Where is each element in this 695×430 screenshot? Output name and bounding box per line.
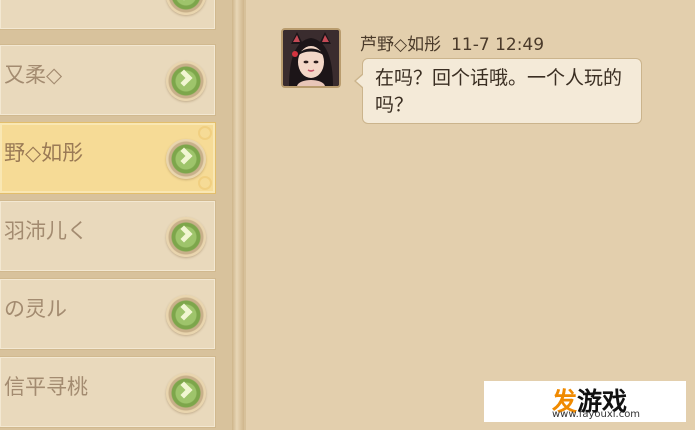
message-text: 在吗？回个话哦。一个人玩的吗？ xyxy=(375,67,623,116)
chevron-right-icon xyxy=(175,303,193,321)
game-chat-window: 又柔◇ 野◇如彤 羽沛儿く の灵ル 信平寻桃 芦野◇如彤 11-7 12:49 … xyxy=(0,0,695,430)
contact-row[interactable]: 又柔◇ xyxy=(0,44,216,116)
contact-row[interactable] xyxy=(0,0,216,30)
message-header: 芦野◇如彤 11-7 12:49 xyxy=(360,30,544,55)
chevron-right-icon xyxy=(175,69,193,87)
open-chat-button[interactable] xyxy=(166,217,206,257)
contact-name: 野◇如彤 xyxy=(4,141,84,165)
contact-name: 又柔◇ xyxy=(4,63,63,87)
chat-panel: 芦野◇如彤 11-7 12:49 在吗？回个话哦。一个人玩的吗？ xyxy=(244,0,695,430)
contact-list[interactable]: 又柔◇ 野◇如彤 羽沛儿く の灵ル 信平寻桃 xyxy=(0,0,232,430)
open-chat-button[interactable] xyxy=(166,139,206,179)
contact-row[interactable]: 信平寻桃 xyxy=(0,356,216,428)
contact-name: の灵ル xyxy=(4,297,67,321)
message-time: 11-7 12:49 xyxy=(451,35,545,55)
open-chat-button[interactable] xyxy=(166,61,206,101)
open-chat-button[interactable] xyxy=(166,373,206,413)
avatar[interactable] xyxy=(281,28,341,88)
avatar-portrait-icon xyxy=(283,30,339,86)
panel-divider xyxy=(232,0,244,430)
site-watermark: 发游戏 www.fayouxi.com xyxy=(484,381,686,422)
chevron-right-icon xyxy=(175,381,193,399)
message-bubble: 在吗？回个话哦。一个人玩的吗？ xyxy=(354,58,642,124)
contact-row[interactable]: 羽沛儿く xyxy=(0,200,216,272)
chevron-right-icon xyxy=(175,225,193,243)
open-chat-button[interactable] xyxy=(166,295,206,335)
sender-name: 芦野◇如彤 xyxy=(360,35,442,55)
watermark-url: www.fayouxi.com xyxy=(552,409,641,420)
chevron-right-icon xyxy=(175,147,193,165)
corner-ornament xyxy=(198,176,212,190)
contact-row[interactable]: の灵ル xyxy=(0,278,216,350)
contact-name: 羽沛儿く xyxy=(4,219,88,243)
contact-row-selected[interactable]: 野◇如彤 xyxy=(0,122,216,194)
corner-ornament xyxy=(198,126,212,140)
open-chat-button[interactable] xyxy=(166,0,206,15)
contact-name: 信平寻桃 xyxy=(4,375,88,399)
